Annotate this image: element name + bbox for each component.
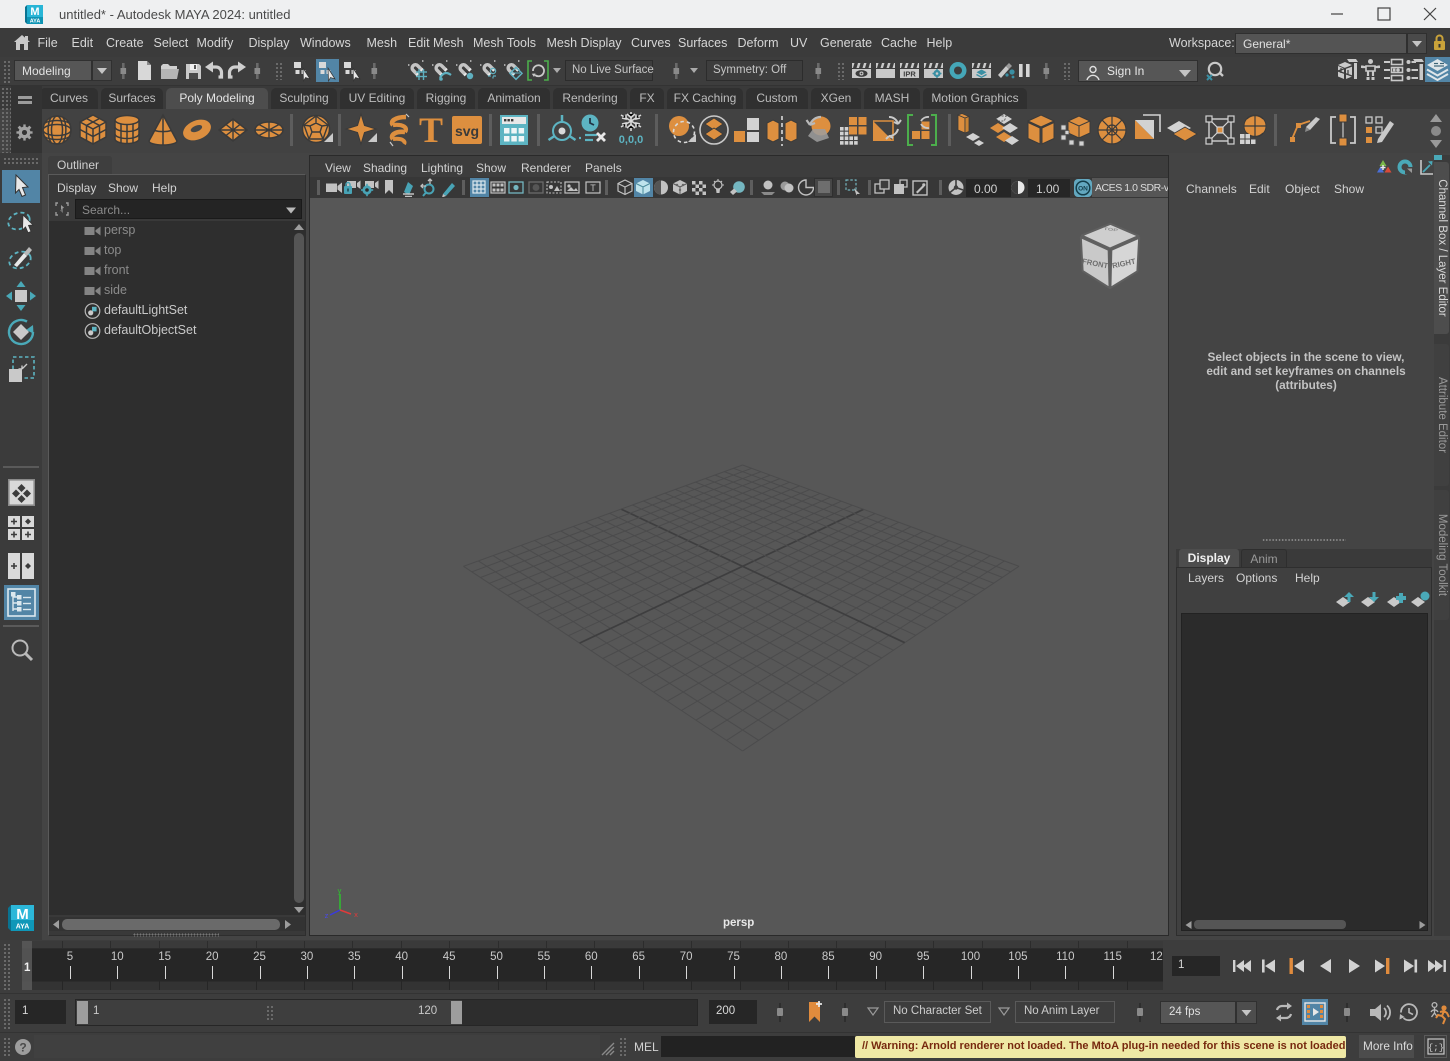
svg-text:AYA: AYA xyxy=(30,19,41,25)
svg-text:T: T xyxy=(590,183,596,193)
svg-text:T: T xyxy=(419,111,443,150)
svg-text:{;}: {;} xyxy=(1428,1043,1444,1053)
svg-text:?: ? xyxy=(19,1041,26,1055)
svg-text:M: M xyxy=(30,6,39,18)
svg-text:svg: svg xyxy=(455,123,479,139)
svg-text:y: y xyxy=(338,889,342,895)
svg-text:ON: ON xyxy=(1078,185,1088,192)
svg-text:0,0,0: 0,0,0 xyxy=(619,134,643,146)
svg-text:z: z xyxy=(325,911,329,919)
svg-text:M: M xyxy=(16,906,29,923)
svg-text:x: x xyxy=(354,910,358,919)
svg-text:AYA: AYA xyxy=(16,924,30,931)
svg-text:IPR: IPR xyxy=(903,70,916,79)
